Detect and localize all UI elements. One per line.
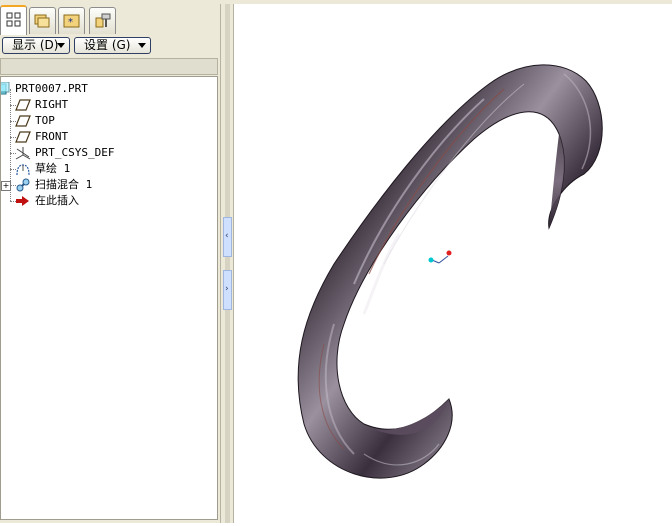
chevron-down-icon: [57, 43, 65, 48]
part-icon: [1, 82, 10, 95]
tree-item-label: PRT_CSYS_DEF: [35, 146, 115, 159]
tree-item-label: FRONT: [35, 130, 69, 143]
collapse-left-button[interactable]: ‹: [223, 217, 232, 257]
tree-item-label: TOP: [35, 114, 55, 127]
expand-toggle[interactable]: +: [1, 181, 11, 191]
chevron-down-icon: [138, 43, 146, 48]
model-viewport: [297, 64, 603, 479]
model-tree-header: [0, 58, 218, 75]
navigator-tab-bar: *: [0, 4, 220, 35]
insert-here-arrow-icon: [16, 196, 29, 206]
sketch-icon: [16, 164, 30, 176]
coordinate-system-icon: [15, 147, 31, 160]
model-tree-icon: [6, 12, 21, 27]
swept-blend-model[interactable]: [297, 64, 603, 479]
tab-folder-browser[interactable]: [29, 7, 56, 34]
tree-item-label: 在此插入: [35, 194, 79, 207]
graphics-window[interactable]: [234, 4, 672, 523]
panel-splitter[interactable]: ‹ ›: [220, 4, 234, 523]
chevron-left-icon: ‹: [225, 231, 229, 241]
tab-model-tree[interactable]: [0, 5, 27, 35]
csys-marker[interactable]: [428, 250, 452, 264]
csys-x-dot: [428, 257, 434, 263]
tab-favorites[interactable]: *: [58, 7, 85, 34]
navigator-panel: * 显示 (D) 设置 (G) PRT0007.PRT RIGHT TOP FR…: [0, 4, 220, 523]
svg-text:*: *: [68, 17, 73, 28]
tree-item-label: 扫描混合 1: [35, 178, 93, 191]
expand-right-button[interactable]: ›: [223, 270, 232, 310]
swept-blend-icon: [16, 178, 30, 192]
connections-icon: [95, 13, 111, 28]
csys-y-dot: [446, 250, 452, 256]
datum-plane-icon: [15, 99, 31, 111]
chevron-right-icon: ›: [225, 284, 229, 294]
datum-plane-icon: [15, 131, 31, 143]
tree-item-label: PRT0007.PRT: [15, 82, 88, 95]
model-tree: PRT0007.PRT RIGHT TOP FRONT PRT_CSYS_DEF…: [0, 76, 218, 520]
favorites-icon: *: [63, 14, 80, 28]
splitter-track: [225, 4, 230, 523]
tree-item-label: RIGHT: [35, 98, 69, 111]
tree-item-label: 草绘 1: [35, 162, 71, 175]
tab-connections[interactable]: [89, 7, 116, 34]
navigator-button-row: 显示 (D) 设置 (G): [0, 35, 220, 57]
show-dropdown-button[interactable]: 显示 (D): [2, 37, 70, 54]
show-dropdown-label: 显示 (D): [12, 38, 59, 52]
settings-dropdown-button[interactable]: 设置 (G): [74, 37, 151, 54]
datum-plane-icon: [15, 115, 31, 127]
folder-browser-icon: [34, 14, 50, 28]
settings-dropdown-label: 设置 (G): [84, 38, 131, 52]
